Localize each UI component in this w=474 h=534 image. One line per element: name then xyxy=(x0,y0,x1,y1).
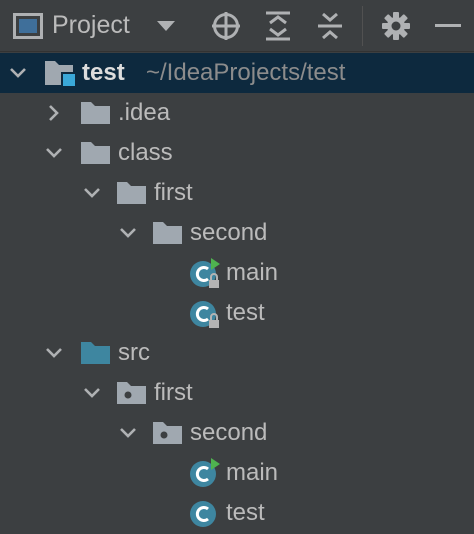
folder-icon xyxy=(116,173,148,213)
toolbar-separator xyxy=(362,6,363,46)
source-folder-icon xyxy=(80,333,112,373)
tree-node-idea[interactable]: .idea xyxy=(0,93,474,133)
chevron-down-icon[interactable] xyxy=(116,413,140,453)
src-second-label: second xyxy=(190,419,268,446)
tree-node-class-test[interactable]: test xyxy=(0,293,474,333)
chevron-down-icon[interactable] xyxy=(80,373,104,413)
module-folder-icon xyxy=(44,53,78,93)
tree-node-src-first[interactable]: first xyxy=(0,373,474,413)
src-test-label: test xyxy=(226,499,265,526)
folder-icon xyxy=(80,93,112,133)
dropdown-icon[interactable] xyxy=(154,14,178,38)
src-label: src xyxy=(118,339,150,366)
class-test-label: test xyxy=(226,299,265,326)
package-icon xyxy=(116,373,148,413)
tree-node-root[interactable]: test ~/IdeaProjects/test xyxy=(0,53,474,93)
class-locked-icon xyxy=(188,293,222,333)
class-main-label: main xyxy=(226,259,279,286)
hide-icon[interactable] xyxy=(432,10,464,42)
project-view-title[interactable]: Project xyxy=(52,8,130,42)
class-run-locked-icon xyxy=(188,253,222,293)
locate-icon[interactable] xyxy=(210,10,242,42)
chevron-down-icon[interactable] xyxy=(42,333,66,373)
folder-icon xyxy=(80,133,112,173)
project-view-icon[interactable] xyxy=(12,10,44,42)
project-toolbar: Project xyxy=(0,0,474,52)
settings-icon[interactable] xyxy=(380,10,412,42)
tree-node-src-test[interactable]: test xyxy=(0,493,474,533)
chevron-down-icon[interactable] xyxy=(80,173,104,213)
idea-label: .idea xyxy=(118,99,171,126)
class-label: class xyxy=(118,139,173,166)
folder-icon xyxy=(152,213,184,253)
chevron-right-icon[interactable] xyxy=(42,93,66,133)
chevron-down-icon[interactable] xyxy=(42,133,66,173)
chevron-down-icon[interactable] xyxy=(6,53,30,93)
expand-all-icon[interactable] xyxy=(262,10,294,42)
tree-node-class-main[interactable]: main xyxy=(0,253,474,293)
collapse-all-icon[interactable] xyxy=(314,10,346,42)
tree-node-src-main[interactable]: main xyxy=(0,453,474,493)
src-first-label: first xyxy=(154,379,193,406)
tree-node-class-second[interactable]: second xyxy=(0,213,474,253)
class-icon xyxy=(188,493,222,533)
chevron-down-icon[interactable] xyxy=(116,213,140,253)
class-first-label: first xyxy=(154,179,193,206)
root-path: ~/IdeaProjects/test xyxy=(146,59,346,86)
tree-node-class[interactable]: class xyxy=(0,133,474,173)
root-label: test xyxy=(82,59,125,86)
tree-node-class-first[interactable]: first xyxy=(0,173,474,213)
tree-node-src[interactable]: src xyxy=(0,333,474,373)
tree-node-src-second[interactable]: second xyxy=(0,413,474,453)
class-run-icon xyxy=(188,453,222,493)
class-second-label: second xyxy=(190,219,268,246)
src-main-label: main xyxy=(226,459,279,486)
package-icon xyxy=(152,413,184,453)
